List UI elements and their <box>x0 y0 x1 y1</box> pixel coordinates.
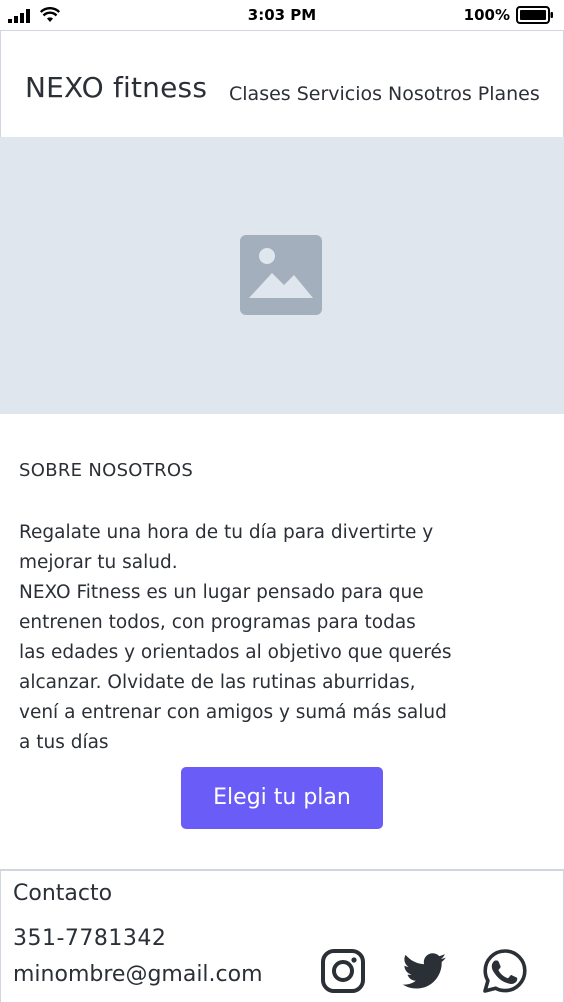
battery-percent: 100% <box>463 6 510 24</box>
instagram-icon[interactable] <box>319 947 367 995</box>
nav-item-servicios[interactable]: Servicios <box>297 83 382 105</box>
nav-item-planes[interactable]: Planes <box>478 83 540 105</box>
about-text: Regalate una hora de tu día para diverti… <box>19 518 489 758</box>
status-right: 100% <box>464 6 554 24</box>
status-bar: 3:03 PM 100% <box>0 0 564 30</box>
about-title: SOBRE NOSOTROS <box>19 460 194 481</box>
about-line: Regalate una hora de tu día para diverti… <box>19 522 434 543</box>
hero-image <box>0 137 564 414</box>
nav-item-clases[interactable]: Clases <box>229 83 291 105</box>
site-footer: Contacto 351-7781342 minombre@gmail.com <box>0 869 564 1002</box>
site-header: NEXO fitness Clases Servicios Nosotros P… <box>0 30 564 138</box>
twitter-icon[interactable] <box>400 947 448 995</box>
image-placeholder-icon <box>240 235 322 315</box>
brand-logo[interactable]: NEXO fitness <box>25 71 207 104</box>
contact-email[interactable]: minombre@gmail.com <box>13 962 263 987</box>
about-line: entrenen todos, con programas para todas <box>19 612 416 633</box>
battery-icon <box>516 6 553 24</box>
contact-title: Contacto <box>13 881 113 906</box>
about-line: las edades y orientados al objetivo que … <box>19 642 452 663</box>
contact-phone[interactable]: 351-7781342 <box>13 926 166 951</box>
about-line: NEXO Fitness es un lugar pensado para qu… <box>19 582 424 603</box>
page: 3:03 PM 100% NEXO fitness Clases Servici… <box>0 0 564 1002</box>
whatsapp-icon[interactable] <box>481 947 529 995</box>
main-nav: Clases Servicios Nosotros Planes <box>229 83 540 105</box>
about-line: mejorar tu salud. <box>19 552 178 573</box>
about-line: vení a entrenar con amigos y sumá más sa… <box>19 702 447 723</box>
about-line: a tus días <box>19 732 109 753</box>
choose-plan-button[interactable]: Elegi tu plan <box>181 767 383 829</box>
about-line: alcanzar. Olvidate de las rutinas aburri… <box>19 672 416 693</box>
nav-item-nosotros[interactable]: Nosotros <box>388 83 472 105</box>
